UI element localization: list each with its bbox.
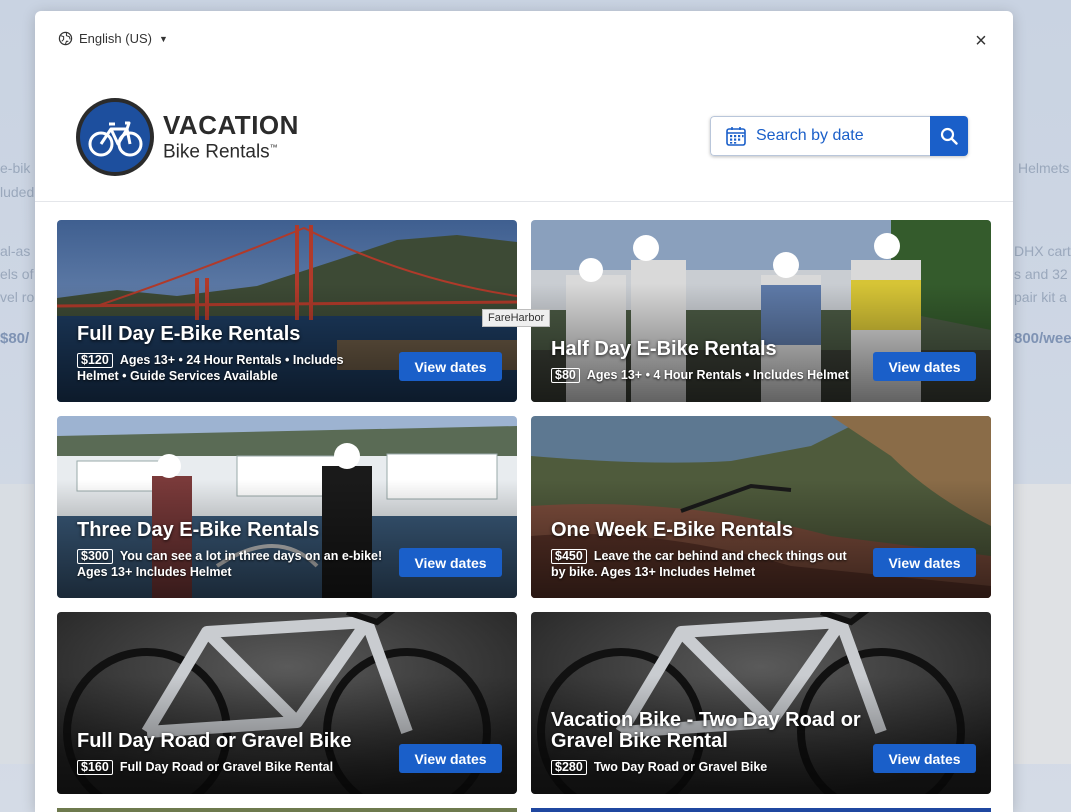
rental-card-partial[interactable] bbox=[57, 808, 517, 812]
header-divider bbox=[35, 201, 1013, 202]
bg-price: $80/ bbox=[0, 330, 30, 347]
card-title: Half Day E-Bike Rentals bbox=[551, 338, 777, 360]
language-label: English (US) bbox=[79, 31, 152, 46]
view-dates-button[interactable]: View dates bbox=[399, 548, 502, 577]
bg-text: e-bik bbox=[0, 160, 31, 176]
booking-modal: English (US) ▼ × VACATION Bike Rentals™ bbox=[35, 11, 1013, 812]
card-details: Leave the car behind and check things ou… bbox=[551, 549, 847, 579]
card-description: $280 Two Day Road or Gravel Bike bbox=[551, 759, 861, 775]
card-title: One Week E-Bike Rentals bbox=[551, 519, 793, 541]
rental-card[interactable]: Half Day E-Bike Rentals $80 Ages 13+ • 4 … bbox=[531, 220, 991, 402]
card-description: $120 Ages 13+ • 24 Hour Rentals • Include… bbox=[77, 352, 387, 384]
tooltip: FareHarbor bbox=[482, 309, 551, 327]
view-dates-button[interactable]: View dates bbox=[873, 744, 976, 773]
card-description: $450 Leave the car behind and check thing… bbox=[551, 548, 861, 580]
price-badge: $450 bbox=[551, 549, 587, 564]
globe-icon bbox=[58, 31, 73, 46]
price-badge: $80 bbox=[551, 368, 580, 383]
card-details: Two Day Road or Gravel Bike bbox=[593, 760, 768, 774]
card-title: Vacation Bike - Two Day Road or Gravel B… bbox=[551, 709, 861, 752]
rental-card[interactable]: One Week E-Bike Rentals $450 Leave the ca… bbox=[531, 416, 991, 598]
search-button[interactable] bbox=[930, 116, 968, 156]
company-logo: VACATION Bike Rentals™ bbox=[75, 97, 299, 177]
card-description: $300 You can see a lot in three days on a… bbox=[77, 548, 387, 580]
calendar-icon bbox=[726, 127, 746, 146]
card-details: Ages 13+ • 24 Hour Rentals • Includes He… bbox=[77, 353, 344, 383]
card-description: $80 Ages 13+ • 4 Hour Rentals • Includes … bbox=[551, 367, 881, 383]
view-dates-button[interactable]: View dates bbox=[399, 744, 502, 773]
rental-card[interactable]: Full Day Road or Gravel Bike $160 Full Da… bbox=[57, 612, 517, 794]
rental-card[interactable]: Full Day E-Bike Rentals $120 Ages 13+ • 2… bbox=[57, 220, 517, 402]
search-by-date-field[interactable]: Search by date bbox=[710, 116, 930, 156]
trademark: ™ bbox=[269, 142, 278, 152]
bg-text: s and 32 bbox=[1014, 266, 1068, 282]
price-badge: $280 bbox=[551, 760, 587, 775]
bg-bike-image bbox=[1014, 484, 1071, 764]
card-details: Full Day Road or Gravel Bike Rental bbox=[119, 760, 334, 774]
bg-bike-image bbox=[0, 484, 34, 764]
close-icon[interactable]: × bbox=[971, 31, 991, 51]
bg-text: luded bbox=[0, 184, 35, 200]
card-title: Full Day Road or Gravel Bike bbox=[77, 730, 352, 752]
language-selector[interactable]: English (US) ▼ bbox=[58, 31, 168, 46]
bike-logo-icon bbox=[76, 98, 154, 176]
rental-card-partial[interactable] bbox=[531, 808, 991, 812]
bg-text: els of bbox=[0, 266, 34, 282]
logo-title: VACATION bbox=[163, 109, 299, 140]
logo-subtitle: Bike Rentals bbox=[163, 141, 270, 163]
rental-card[interactable]: Vacation Bike - Two Day Road or Gravel B… bbox=[531, 612, 991, 794]
card-title: Three Day E-Bike Rentals bbox=[77, 519, 320, 541]
search-icon bbox=[940, 127, 958, 145]
bg-text: pair kit a bbox=[1014, 289, 1067, 305]
card-details: You can see a lot in three days on an e-… bbox=[77, 549, 383, 579]
price-badge: $120 bbox=[77, 353, 113, 368]
price-badge: $160 bbox=[77, 760, 113, 775]
card-title: Full Day E-Bike Rentals bbox=[77, 323, 301, 345]
bg-text: Helmets bbox=[1018, 160, 1070, 176]
bg-text: DHX cart bbox=[1014, 243, 1071, 259]
search-by-date-label: Search by date bbox=[756, 127, 864, 144]
bg-text: vel ro bbox=[0, 289, 35, 305]
view-dates-button[interactable]: View dates bbox=[399, 352, 502, 381]
card-details: Ages 13+ • 4 Hour Rentals • Includes Hel… bbox=[586, 368, 849, 382]
rental-card[interactable]: Three Day E-Bike Rentals $300 You can see… bbox=[57, 416, 517, 598]
caret-down-icon: ▼ bbox=[158, 33, 168, 44]
view-dates-button[interactable]: View dates bbox=[873, 548, 976, 577]
date-search: Search by date bbox=[710, 116, 968, 156]
price-badge: $300 bbox=[77, 549, 113, 564]
card-description: $160 Full Day Road or Gravel Bike Rental bbox=[77, 759, 387, 775]
view-dates-button[interactable]: View dates bbox=[873, 352, 976, 381]
bg-price: 800/wee bbox=[1014, 330, 1071, 347]
bg-text: al-as bbox=[0, 243, 31, 259]
